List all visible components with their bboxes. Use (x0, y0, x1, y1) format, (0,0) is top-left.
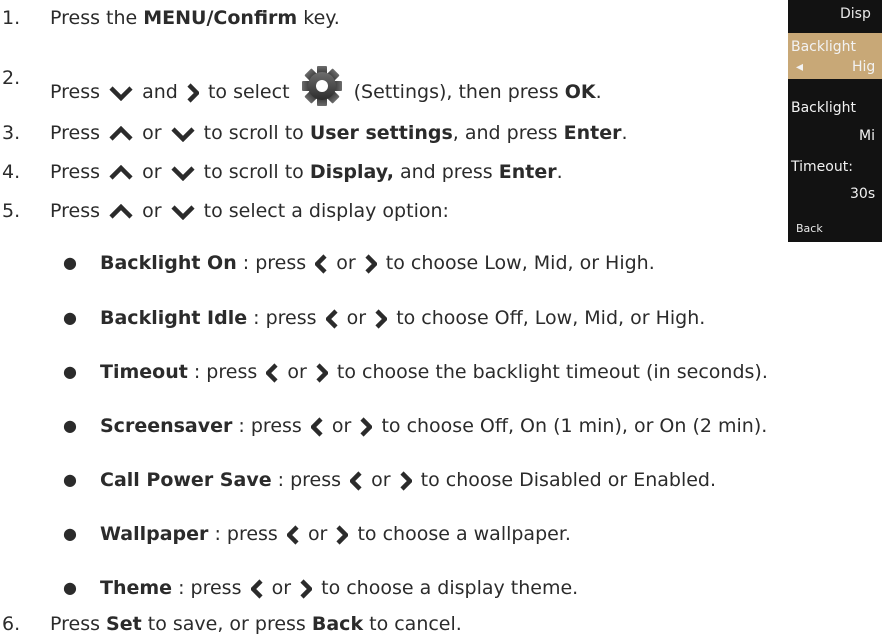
bullet-dot: ● (63, 308, 77, 327)
chevron-left-icon (350, 470, 362, 491)
phone-display-screenshot: Disp Backlight ◂ Hig Backlight Mi Timeou… (788, 0, 882, 242)
bullet-dot: ● (63, 253, 77, 272)
chevron-right-icon (300, 578, 313, 599)
chevron-right-icon (365, 253, 377, 274)
step-number: 1. (2, 7, 21, 29)
chevron-down-icon (171, 204, 195, 220)
bullet-dot: ● (63, 470, 77, 489)
phone-value-timeout: 30s (850, 186, 876, 202)
chevron-up-icon (109, 164, 133, 180)
step-text: Press and to select (Settings), then pre… (50, 66, 602, 106)
phone-value-backlight-on: Hig (852, 59, 876, 75)
chevron-down-icon (109, 85, 133, 101)
chevron-left-icon (266, 362, 278, 383)
phone-screen-title: Disp (840, 6, 871, 22)
step-number: 4. (2, 161, 21, 183)
chevron-right-icon (187, 82, 199, 103)
chevron-up-icon (109, 203, 133, 219)
step-text: Press the MENU/Confirm key. (50, 7, 340, 29)
phone-label-backlight-idle: Backlight (791, 100, 857, 116)
chevron-left-icon (250, 578, 263, 599)
step-text: Press Set to save, or press Back to canc… (50, 613, 462, 635)
step-number: 6. (2, 613, 21, 635)
chevron-down-icon (171, 126, 195, 142)
step-text: Press or to scroll to User settings, and… (50, 122, 628, 144)
chevron-left-icon (310, 416, 323, 437)
gear-icon (301, 66, 342, 106)
chevron-right-icon (336, 524, 349, 545)
phone-value-backlight-idle: Mi (859, 128, 875, 144)
chevron-right-icon (360, 416, 373, 437)
step-number: 2. (2, 67, 21, 89)
chevron-left-icon (286, 524, 299, 545)
chevron-right-icon (375, 308, 388, 329)
step-number: 3. (2, 122, 21, 144)
step-number: 5. (2, 200, 21, 222)
chevron-left-icon (315, 253, 327, 274)
chevron-right-icon (316, 362, 328, 383)
bullet-dot: ● (63, 524, 77, 543)
bullet-dot: ● (63, 362, 77, 381)
bullet-dot: ● (63, 416, 77, 435)
chevron-down-icon (171, 165, 195, 181)
chevron-left-icon (325, 308, 338, 329)
phone-label-backlight-on: Backlight (791, 39, 857, 55)
step-text: Press or to scroll to Display, and press… (50, 161, 563, 183)
phone-label-timeout: Timeout: (791, 159, 853, 175)
phone-back-softkey: Back (796, 222, 823, 235)
bullet-dot: ● (63, 578, 77, 597)
phone-left-arrow-icon: ◂ (796, 59, 804, 75)
step-text: Press or to select a display option: (50, 200, 449, 222)
chevron-up-icon (109, 125, 133, 141)
chevron-right-icon (400, 470, 412, 491)
